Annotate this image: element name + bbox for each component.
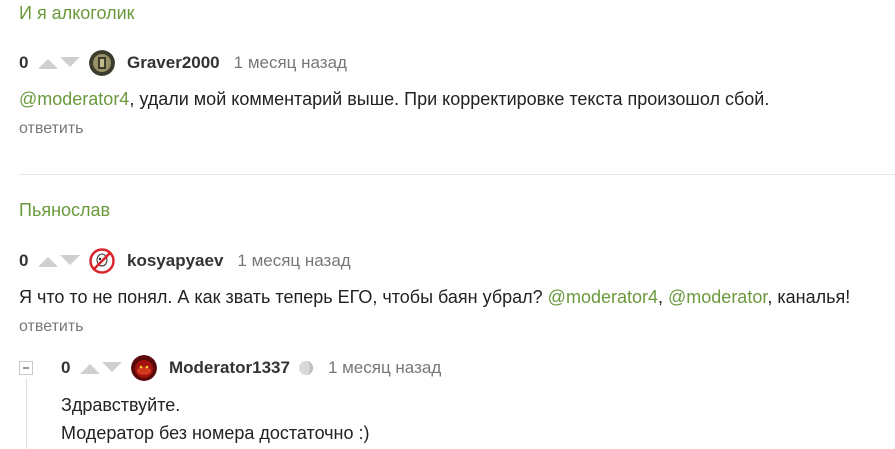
username[interactable]: kosyapyaev [127, 251, 223, 271]
avatar[interactable] [89, 50, 115, 76]
upvote-icon[interactable] [79, 361, 101, 375]
thread-branch-line[interactable] [26, 378, 27, 449]
username[interactable]: Graver2000 [127, 53, 220, 73]
comment-score: 0 [19, 251, 29, 270]
reply-button[interactable]: ответить [19, 120, 84, 138]
upvote-icon[interactable] [37, 254, 59, 268]
avatar[interactable] [89, 248, 115, 274]
comment-text-body: Я что то не понял. А как звать теперь ЕГ… [19, 287, 548, 307]
collapse-toggle[interactable] [19, 361, 33, 375]
minus-icon [23, 367, 29, 369]
comment-text-sep: , [658, 287, 669, 307]
comment-header: 0 Moderator1337 1 месяц назад [61, 354, 441, 382]
comment-text: @moderator4, удали мой комментарий выше.… [19, 89, 769, 110]
divider [19, 174, 895, 175]
username[interactable]: Moderator1337 [169, 358, 290, 378]
comment-text-end: , каналья! [767, 287, 851, 307]
moderator-badge-icon [298, 361, 313, 375]
comment-text: Я что то не понял. А как звать теперь ЕГ… [19, 287, 850, 308]
mention-link[interactable]: @moderator4 [548, 287, 658, 307]
thread-title[interactable]: Пьянослав [19, 200, 110, 221]
downvote-icon[interactable] [59, 56, 81, 70]
reply-button[interactable]: ответить [19, 318, 84, 336]
comment-header: 0 Graver2000 1 месяц назад [19, 49, 347, 77]
comment-text-body: , удали мой комментарий выше. При коррек… [129, 89, 770, 109]
comment-header: 0 kosyapyaev 1 месяц назад [19, 247, 351, 275]
comment-text-line: Здравствуйте. [61, 395, 181, 415]
timestamp[interactable]: 1 месяц назад [234, 53, 347, 73]
downvote-icon[interactable] [59, 254, 81, 268]
comment-text-line: Модератор без номера достаточно :) [61, 423, 370, 443]
avatar[interactable] [131, 355, 157, 381]
mention-link[interactable]: @moderator4 [19, 89, 129, 109]
comment-score: 0 [19, 53, 29, 72]
mention-link[interactable]: @moderator [668, 287, 767, 307]
timestamp[interactable]: 1 месяц назад [237, 251, 350, 271]
downvote-icon[interactable] [101, 361, 123, 375]
comment-score: 0 [61, 358, 71, 377]
timestamp[interactable]: 1 месяц назад [328, 358, 441, 378]
thread-title[interactable]: И я алкоголик [19, 3, 135, 24]
upvote-icon[interactable] [37, 56, 59, 70]
